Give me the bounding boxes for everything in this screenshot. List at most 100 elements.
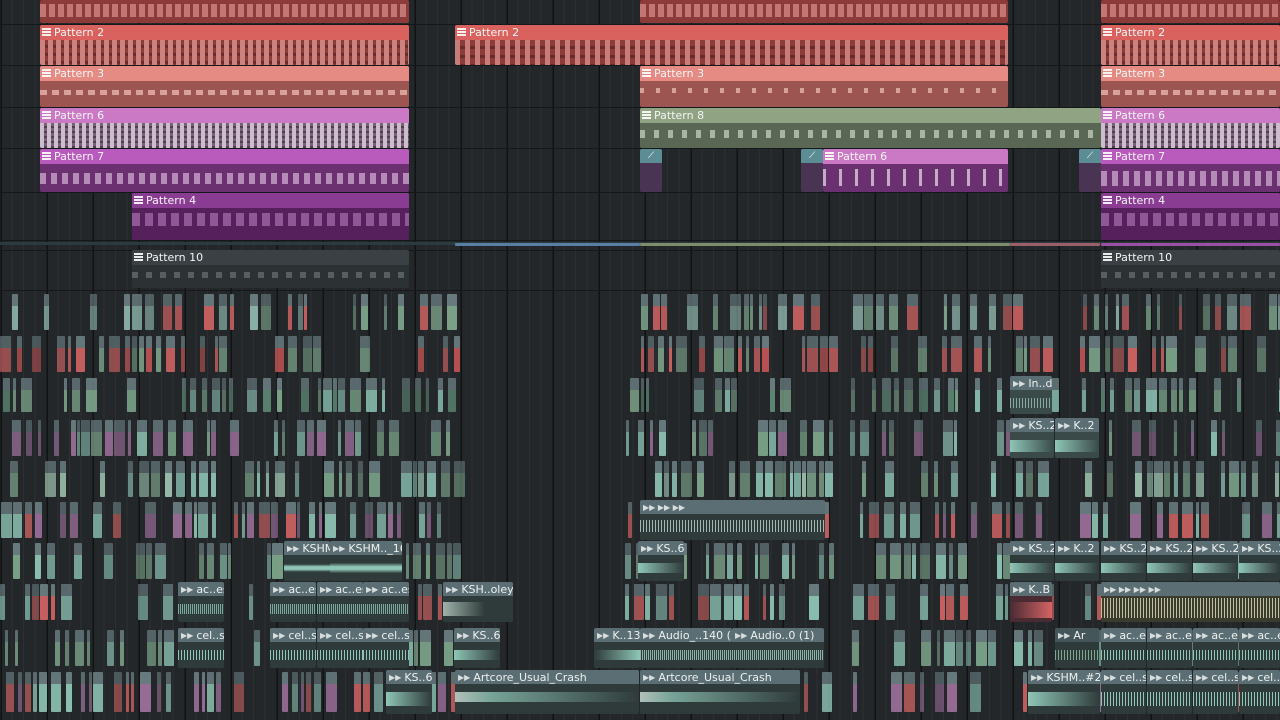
clip-header[interactable]: ▶▶ac..es bbox=[178, 582, 224, 596]
audio-clip-slit[interactable] bbox=[200, 336, 205, 372]
audio-clip-slit[interactable] bbox=[648, 336, 654, 372]
audio-clip-slit[interactable] bbox=[1196, 502, 1199, 538]
audio-clip[interactable]: ▶▶cel..s bbox=[178, 628, 224, 668]
clip-header[interactable]: Pattern 10 bbox=[132, 250, 409, 265]
audio-clip-slit[interactable] bbox=[365, 502, 373, 538]
audio-clip-slit[interactable] bbox=[706, 543, 709, 579]
audio-clip-slit[interactable] bbox=[813, 420, 824, 456]
audio-clip-slit[interactable] bbox=[75, 630, 84, 666]
audio-clip-slit[interactable] bbox=[263, 378, 271, 412]
audio-clip-slit[interactable] bbox=[1211, 420, 1217, 456]
audio-clip-slit[interactable] bbox=[219, 336, 227, 372]
clip-header[interactable]: ▶▶ In..d bbox=[1010, 376, 1052, 390]
audio-clip-slit[interactable] bbox=[951, 461, 958, 497]
audio-clip-slit[interactable] bbox=[1154, 461, 1163, 497]
audio-clip-slit[interactable] bbox=[921, 461, 928, 497]
audio-clip-slit[interactable] bbox=[1105, 294, 1108, 330]
audio-clip-slit[interactable] bbox=[146, 336, 152, 372]
audio-clip-slit[interactable] bbox=[158, 630, 162, 666]
pattern-4-clip[interactable]: Pattern 4 bbox=[132, 193, 409, 240]
audio-clip-slit[interactable] bbox=[894, 630, 905, 666]
audio-clip-slit[interactable] bbox=[39, 672, 47, 712]
audio-clip-slit[interactable] bbox=[1196, 461, 1204, 497]
clip-header[interactable]: ▶▶ac..es bbox=[270, 582, 316, 596]
audio-clip-slit[interactable] bbox=[1240, 294, 1251, 330]
clip-header[interactable]: ▶▶KSHM. bbox=[284, 541, 330, 555]
audio-clip-slit[interactable] bbox=[1147, 461, 1153, 497]
audio-clip-slit[interactable] bbox=[431, 420, 441, 456]
audio-clip-slit[interactable] bbox=[64, 378, 67, 412]
audio-clip-slit[interactable] bbox=[1146, 378, 1157, 412]
pattern-2-clip[interactable]: Pattern 2 bbox=[1101, 25, 1280, 65]
audio-clip-slit[interactable] bbox=[1034, 630, 1043, 666]
audio-clip-slit[interactable] bbox=[904, 672, 915, 712]
audio-clip-slit[interactable] bbox=[954, 420, 957, 456]
audio-clip-slit[interactable] bbox=[0, 336, 11, 372]
audio-clip-slit[interactable] bbox=[1080, 502, 1091, 538]
audio-clip-slit[interactable] bbox=[147, 630, 156, 666]
audio-clip-slit[interactable] bbox=[297, 420, 305, 456]
audio-clip-slit[interactable] bbox=[1152, 336, 1156, 372]
audio-clip-slit[interactable] bbox=[910, 502, 920, 538]
clip-header[interactable]: ▶▶ ▶▶ ▶▶ ▶▶ bbox=[1101, 582, 1280, 596]
pattern-7-clip[interactable]: Pattern 7 bbox=[1101, 149, 1280, 192]
audio-clip-slit[interactable] bbox=[997, 378, 1002, 412]
audio-clip[interactable]: ▶▶KS..2 bbox=[1010, 418, 1054, 458]
audio-clip-slit[interactable] bbox=[778, 294, 787, 330]
audio-clip-slit[interactable] bbox=[66, 672, 72, 712]
audio-clip-slit[interactable] bbox=[194, 672, 199, 712]
audio-clip-slit[interactable] bbox=[948, 378, 954, 412]
audio-clip-slit[interactable] bbox=[936, 543, 946, 579]
audio-clip-slit[interactable] bbox=[12, 420, 21, 456]
audio-clip-slit[interactable] bbox=[861, 336, 866, 372]
audio-clip-slit[interactable] bbox=[794, 461, 801, 497]
audio-clip-slit[interactable] bbox=[45, 461, 56, 497]
audio-clip-slit[interactable] bbox=[168, 420, 176, 456]
audio-clip-slit[interactable] bbox=[304, 294, 307, 330]
audio-clip[interactable]: ▶▶ Ar bbox=[1055, 628, 1099, 668]
audio-clip-slit[interactable] bbox=[318, 378, 321, 412]
audio-clip[interactable]: ▶▶ KSHM.._16 bbox=[330, 541, 402, 581]
audio-clip-slit[interactable] bbox=[127, 378, 136, 412]
audio-clip-slit[interactable] bbox=[286, 502, 296, 538]
audio-clip-slit[interactable] bbox=[934, 378, 940, 412]
clip-header[interactable]: Pattern 2 bbox=[40, 25, 409, 40]
audio-clip-slit[interactable] bbox=[634, 584, 644, 620]
audio-clip-slit[interactable] bbox=[447, 543, 452, 579]
audio-clip[interactable]: ▶▶KS..2 bbox=[1101, 541, 1146, 581]
audio-clip-slit[interactable] bbox=[0, 584, 5, 620]
audio-clip-slit[interactable] bbox=[738, 336, 742, 372]
audio-clip-slit[interactable] bbox=[12, 294, 18, 330]
audio-clip[interactable]: ▶▶cel..s bbox=[1147, 670, 1192, 714]
audio-clip-slit[interactable] bbox=[664, 461, 669, 497]
audio-clip-slit[interactable] bbox=[850, 420, 855, 456]
audio-clip-slit[interactable] bbox=[1275, 461, 1279, 497]
audio-clip-slit[interactable] bbox=[70, 502, 78, 538]
audio-clip-slit[interactable] bbox=[1107, 461, 1113, 497]
playlist-arrangement[interactable]: Pattern 2 Pattern 2 Pattern 2 Pattern 3 … bbox=[0, 0, 1280, 720]
audio-clip-slit[interactable] bbox=[1241, 461, 1246, 497]
audio-clip-slit[interactable] bbox=[338, 378, 345, 412]
audio-clip-slit[interactable] bbox=[358, 461, 363, 497]
audio-clip-slit[interactable] bbox=[51, 584, 55, 620]
audio-clip-slit[interactable] bbox=[991, 461, 996, 497]
audio-clip-slit[interactable] bbox=[301, 672, 304, 712]
audio-clip-slit[interactable] bbox=[211, 420, 216, 456]
audio-clip-slit[interactable] bbox=[128, 420, 131, 456]
audio-clip-slit[interactable] bbox=[1221, 336, 1226, 372]
clip-header[interactable]: ▶▶ac..es bbox=[1239, 628, 1280, 642]
clip-header[interactable]: ▶▶KS..2 bbox=[1147, 541, 1192, 555]
clip-header[interactable]: Pattern 2 bbox=[1101, 25, 1280, 40]
audio-clip-slit[interactable] bbox=[427, 461, 436, 497]
audio-clip[interactable]: ▶▶ac..es bbox=[178, 582, 224, 622]
audio-clip-slit[interactable] bbox=[249, 584, 253, 620]
audio-clip-slit[interactable] bbox=[13, 502, 22, 538]
audio-clip-slit[interactable] bbox=[1157, 502, 1163, 538]
audio-clip-slit[interactable] bbox=[710, 584, 721, 620]
audio-clip-slit[interactable] bbox=[354, 672, 361, 712]
audio-clip-slit[interactable] bbox=[868, 336, 873, 372]
audio-clip-slit[interactable] bbox=[802, 336, 805, 372]
audio-clip-slit[interactable] bbox=[157, 672, 161, 712]
audio-clip-slit[interactable] bbox=[1052, 378, 1059, 412]
audio-clip-slit[interactable] bbox=[81, 672, 85, 712]
